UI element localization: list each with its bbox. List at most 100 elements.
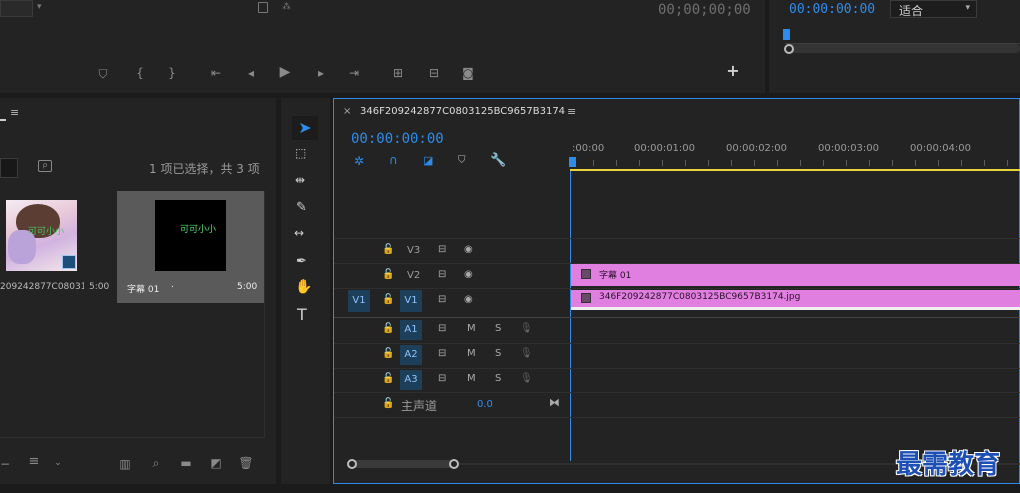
lock-icon[interactable]: 🔓 xyxy=(382,323,394,335)
folder-icon[interactable]: ▬ xyxy=(178,456,194,470)
track-v3-header[interactable]: 🔓 V3 ⊟ ◉ xyxy=(334,239,570,263)
master-volume[interactable]: 0.0 xyxy=(477,399,493,410)
lock-icon[interactable]: 🔓 xyxy=(382,269,394,281)
thumbnail: 可可小小 xyxy=(6,200,77,271)
eye-icon[interactable]: ◉ xyxy=(464,269,473,280)
nest-icon[interactable]: ◪ xyxy=(423,154,433,167)
playhead-marker[interactable] xyxy=(569,157,576,167)
lift-icon[interactable]: ⊞ xyxy=(390,66,406,80)
scroll-handle-left[interactable] xyxy=(347,459,357,469)
track-select-tool-icon[interactable]: ⬚ xyxy=(295,146,306,160)
new-item-icon[interactable]: ◩ xyxy=(208,456,224,470)
track-target-a3[interactable]: A3 xyxy=(400,370,422,390)
razor-tool-icon[interactable]: ✎ xyxy=(296,200,307,215)
sync-lock-icon[interactable]: ⊟ xyxy=(438,373,446,384)
microphone-icon[interactable]: 🎙 xyxy=(520,348,533,359)
chevron-down-icon[interactable]: ⌄ xyxy=(50,456,66,470)
sort-icon[interactable]: ≡ xyxy=(26,455,42,469)
clip-v2[interactable]: 字幕 01 xyxy=(571,264,1020,286)
mute-button[interactable]: M xyxy=(467,348,476,359)
lock-icon[interactable]: 🔓 xyxy=(382,348,394,360)
sync-lock-icon[interactable]: ⊟ xyxy=(438,244,446,255)
list-item[interactable]: 可可小小 209242877C08031... 5:00 xyxy=(0,191,116,303)
settings-icon[interactable] xyxy=(258,2,268,13)
eye-icon[interactable]: ◉ xyxy=(464,244,473,255)
type-tool-icon[interactable]: T xyxy=(297,305,307,324)
extract-icon[interactable]: ⊟ xyxy=(426,66,442,80)
camera-icon[interactable]: ◙ xyxy=(460,66,476,80)
sync-lock-icon[interactable]: ⊟ xyxy=(438,269,446,280)
track-a1-header[interactable]: 🔓 A1 ⊟ M S 🎙 xyxy=(334,318,570,342)
mark-out-icon[interactable]: } xyxy=(164,66,180,80)
program-monitor-panel: ▾ ⁂ 00;00;00;00 ⛉ { } ⇤ ◂ ▶ ▸ ⇥ ⊞ ⊟ ◙ + xyxy=(0,0,765,93)
mute-button[interactable]: M xyxy=(467,323,476,334)
hand-tool-icon[interactable]: ✋ xyxy=(295,279,312,295)
sync-lock-icon[interactable]: ⊟ xyxy=(438,323,446,334)
scroll-handle[interactable] xyxy=(784,44,794,54)
wrench-icon[interactable]: 🔧 xyxy=(490,153,506,168)
go-to-end-icon[interactable]: ⧓ xyxy=(549,396,560,409)
lock-icon[interactable]: 🔓 xyxy=(382,398,394,410)
track-v1-header[interactable]: V1 🔓 V1 ⊟ ◉ xyxy=(334,289,570,315)
source-patch-v1[interactable]: V1 xyxy=(348,290,370,312)
marker-icon[interactable]: ⛉ xyxy=(95,67,111,81)
lock-icon[interactable]: 🔓 xyxy=(382,244,394,256)
clip-fx-icon xyxy=(581,269,591,279)
panel-menu-icon[interactable]: ≡ xyxy=(567,105,576,118)
add-marker-icon[interactable]: ⛉ xyxy=(458,155,466,166)
solo-button[interactable]: S xyxy=(495,323,501,334)
timeline-zoom-scrollbar[interactable] xyxy=(348,460,455,468)
list-item[interactable]: 可可小小 字幕 01 . 5:00 xyxy=(117,191,264,303)
eye-icon[interactable]: ◉ xyxy=(464,294,473,305)
add-button-icon[interactable]: + xyxy=(725,63,741,79)
zoom-select[interactable]: 适合 ▾ xyxy=(890,0,977,18)
scroll-handle-right[interactable] xyxy=(449,459,459,469)
microphone-icon[interactable]: 🎙 xyxy=(520,373,533,384)
step-forward-icon[interactable]: ▸ xyxy=(313,66,329,80)
sequence-tab-title[interactable]: 346F209242877C0803125BC9657B3174 xyxy=(360,106,565,117)
linked-selection-icon[interactable]: ∩ xyxy=(389,153,398,167)
lock-icon[interactable]: 🔓 xyxy=(382,373,394,385)
waveform-icon[interactable]: ⁂ xyxy=(282,2,291,12)
mute-button[interactable]: M xyxy=(467,373,476,384)
monitor-dropdown[interactable] xyxy=(0,0,33,17)
find-icon[interactable]: ρ xyxy=(38,160,52,172)
play-icon[interactable]: ▶ xyxy=(277,65,293,79)
track-v2-header[interactable]: 🔓 V2 ⊟ ◉ xyxy=(334,264,570,288)
mini-ruler xyxy=(785,36,1020,44)
slider-icon[interactable]: − xyxy=(0,457,10,471)
solo-button[interactable]: S xyxy=(495,348,501,359)
track-a3-header[interactable]: 🔓 A3 ⊟ M S 🎙 xyxy=(334,368,570,392)
trash-icon[interactable]: 🗑 xyxy=(238,456,254,470)
selection-tool-icon[interactable]: ➤ xyxy=(292,116,318,140)
mark-in-icon[interactable]: { xyxy=(132,66,148,80)
track-a2-header[interactable]: 🔓 A2 ⊟ M S 🎙 xyxy=(334,343,570,367)
step-back-icon[interactable]: ◂ xyxy=(243,66,259,80)
go-to-in-icon[interactable]: ⇤ xyxy=(208,66,224,80)
zoom-scrollbar[interactable] xyxy=(785,44,1020,53)
solo-button[interactable]: S xyxy=(495,373,501,384)
slip-tool-icon[interactable]: ↔ xyxy=(294,226,304,240)
search-input[interactable] xyxy=(0,158,18,178)
clip-v1[interactable]: 346F209242877C0803125BC9657B3174.jpg xyxy=(571,290,1020,310)
track-target-a1[interactable]: A1 xyxy=(400,320,422,340)
work-area-bar[interactable] xyxy=(570,169,1020,171)
sync-lock-icon[interactable]: ⊟ xyxy=(438,348,446,359)
playhead-marker[interactable] xyxy=(783,29,790,40)
microphone-icon[interactable]: 🎙 xyxy=(520,323,533,334)
track-target-a2[interactable]: A2 xyxy=(400,345,422,365)
lock-icon[interactable]: 🔓 xyxy=(382,294,394,306)
search-icon[interactable]: ⌕ xyxy=(148,456,164,470)
automate-icon[interactable]: ▥ xyxy=(117,457,133,471)
time-ruler[interactable]: :00:00 00:00:01:00 00:00:02:00 00:00:03:… xyxy=(570,143,1020,169)
track-master-header[interactable]: 🔓 主声道 0.0 ⧓ xyxy=(334,393,570,417)
ripple-edit-tool-icon[interactable]: ⇹ xyxy=(295,173,305,187)
go-to-out-icon[interactable]: ⇥ xyxy=(346,66,362,80)
close-icon[interactable]: × xyxy=(343,106,351,117)
track-target-v1[interactable]: V1 xyxy=(400,290,422,312)
sync-lock-icon[interactable]: ⊟ xyxy=(438,294,446,305)
panel-menu-icon[interactable]: ≡ xyxy=(10,106,19,119)
snap-icon[interactable]: ✲ xyxy=(354,154,364,168)
timeline-timecode[interactable]: 00:00:00:00 xyxy=(351,131,444,147)
pen-tool-icon[interactable]: ✒ xyxy=(296,254,307,269)
